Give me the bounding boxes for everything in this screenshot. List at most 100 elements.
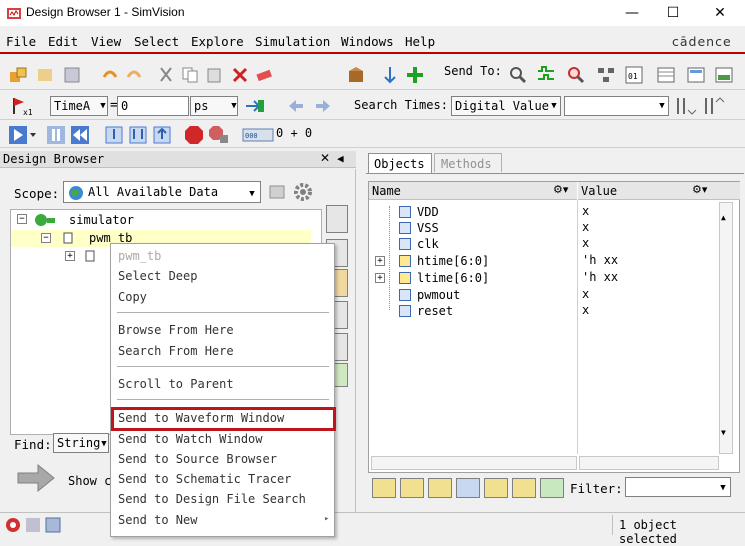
sort-icon[interactable] [380,65,400,85]
column-options-icon[interactable]: ⚙▾ [553,183,568,196]
menu-item-send-to-waveform[interactable]: Send to Waveform Window [118,411,284,425]
menu-item-send-to-watch[interactable]: Send to Watch Window [118,432,263,446]
gear-icon[interactable] [292,181,314,203]
run-icon[interactable] [8,125,36,145]
filter-input[interactable] [625,477,731,497]
scope-select[interactable]: All Available Data [63,181,261,203]
time-nav-icon[interactable] [244,96,264,116]
delete-icon[interactable] [230,65,250,85]
scroll-up-icon[interactable]: ▲ [721,213,731,223]
menu-item-copy[interactable]: Copy [118,290,147,304]
eraser-icon[interactable] [254,65,274,85]
menu-file[interactable]: File [6,34,36,49]
menu-item-send-to-design-file-search[interactable]: Send to Design File Search [118,492,306,506]
table-row[interactable]: clk [369,236,579,252]
send-icon[interactable] [428,478,452,498]
minimize-button[interactable]: — [612,2,652,24]
menu-select[interactable]: Select [134,34,179,49]
stop-icon[interactable] [184,125,204,145]
expand-icon[interactable]: + [375,256,385,266]
status-stop-icon[interactable] [4,516,22,534]
close-button[interactable]: ✕ [700,2,740,24]
expand-icon[interactable]: + [375,273,385,283]
menu-help[interactable]: Help [405,34,435,49]
menu-item-scroll-to-parent[interactable]: Scroll to Parent [118,377,234,391]
menu-edit[interactable]: Edit [48,34,78,49]
tree-view-icon[interactable] [326,205,348,233]
menu-item-send-to-schematic[interactable]: Send to Schematic Tracer [118,472,291,486]
send-to-table-icon[interactable] [656,65,676,85]
maximize-button[interactable]: ☐ [653,2,693,24]
tree-row-child[interactable]: + [11,248,111,265]
menu-view[interactable]: View [91,34,121,49]
search-forward-icon[interactable] [702,96,725,116]
time-value-input[interactable]: 0 [117,96,189,116]
send-to-schematic-icon[interactable] [596,65,616,85]
horizontal-scrollbar-name[interactable] [371,456,577,470]
breakpoint-icon[interactable] [208,125,228,145]
search-mode-select[interactable]: Digital Value [451,96,561,116]
send-icon[interactable] [456,478,480,498]
send-to-waveform-icon[interactable] [536,65,556,85]
expand-icon[interactable]: + [65,251,75,261]
menu-item-search-from-here[interactable]: Search From Here [118,344,234,358]
collapse-icon[interactable]: − [41,233,51,243]
send-to-source-icon[interactable] [714,65,734,85]
send-icon[interactable] [540,478,564,498]
scroll-down-icon[interactable]: ▼ [721,428,731,438]
table-row[interactable]: reset [369,303,579,319]
database-icon[interactable] [62,65,82,85]
search-value-input[interactable] [564,96,669,116]
forward-arrow-icon[interactable] [313,96,333,116]
step-icon[interactable] [104,125,124,145]
column-options-icon[interactable]: ⚙▾ [692,183,707,196]
table-row[interactable]: + ltime[6:0] [369,270,579,286]
rewind-icon[interactable] [70,125,90,145]
cut-icon[interactable] [156,65,176,85]
menu-simulation[interactable]: Simulation [255,34,330,49]
menu-item-send-to-source[interactable]: Send to Source Browser [118,452,277,466]
save-icon[interactable] [36,65,56,85]
status-tool-icon[interactable] [24,516,42,534]
send-icon[interactable] [372,478,396,498]
table-row[interactable]: VDD [369,204,579,220]
horizontal-scrollbar-value[interactable] [579,456,719,470]
table-row[interactable]: pwmout [369,287,579,303]
paste-icon[interactable] [204,65,224,85]
menu-item-select-deep[interactable]: Select Deep [118,269,197,283]
column-header-value[interactable]: Value ⚙▾ [578,182,740,200]
step-out-icon[interactable] [152,125,172,145]
column-header-name[interactable]: Name ⚙▾ [369,182,577,200]
send-icon[interactable] [484,478,508,498]
menu-explore[interactable]: Explore [191,34,244,49]
cursor-flag-icon[interactable]: x1 [8,96,33,117]
tab-objects[interactable]: Objects [368,153,432,173]
add-icon[interactable] [405,65,425,85]
close-icon[interactable]: ✕ [320,151,330,165]
tab-methods[interactable]: Methods [434,153,502,172]
send-icon[interactable] [512,478,536,498]
copy-icon[interactable] [180,65,200,85]
menu-item-browse-from-here[interactable]: Browse From Here [118,323,234,337]
send-icon[interactable] [400,478,424,498]
tree-row-simulator[interactable]: − simulator [11,212,321,229]
send-to-browser-icon[interactable] [508,65,528,85]
filter-scope-icon[interactable] [268,182,288,202]
open-database-icon[interactable] [8,65,28,85]
table-row[interactable]: + htime[6:0] [369,253,579,269]
undock-icon[interactable]: ◀ [337,152,344,165]
back-arrow-icon[interactable] [286,96,306,116]
redo-icon[interactable] [124,65,144,85]
collapse-icon[interactable]: − [17,214,27,224]
undo-icon[interactable] [100,65,120,85]
pause-icon[interactable] [46,125,66,145]
vertical-scrollbar[interactable]: ▲ ▼ [719,202,733,454]
table-row[interactable]: VSS [369,220,579,236]
status-save-icon[interactable] [44,516,62,534]
search-backward-icon[interactable] [674,96,697,116]
menu-windows[interactable]: Windows [341,34,394,49]
send-to-search-icon[interactable] [566,65,586,85]
step-over-icon[interactable] [128,125,148,145]
package-icon[interactable] [346,65,366,85]
show-arrow-icon[interactable] [14,463,58,493]
